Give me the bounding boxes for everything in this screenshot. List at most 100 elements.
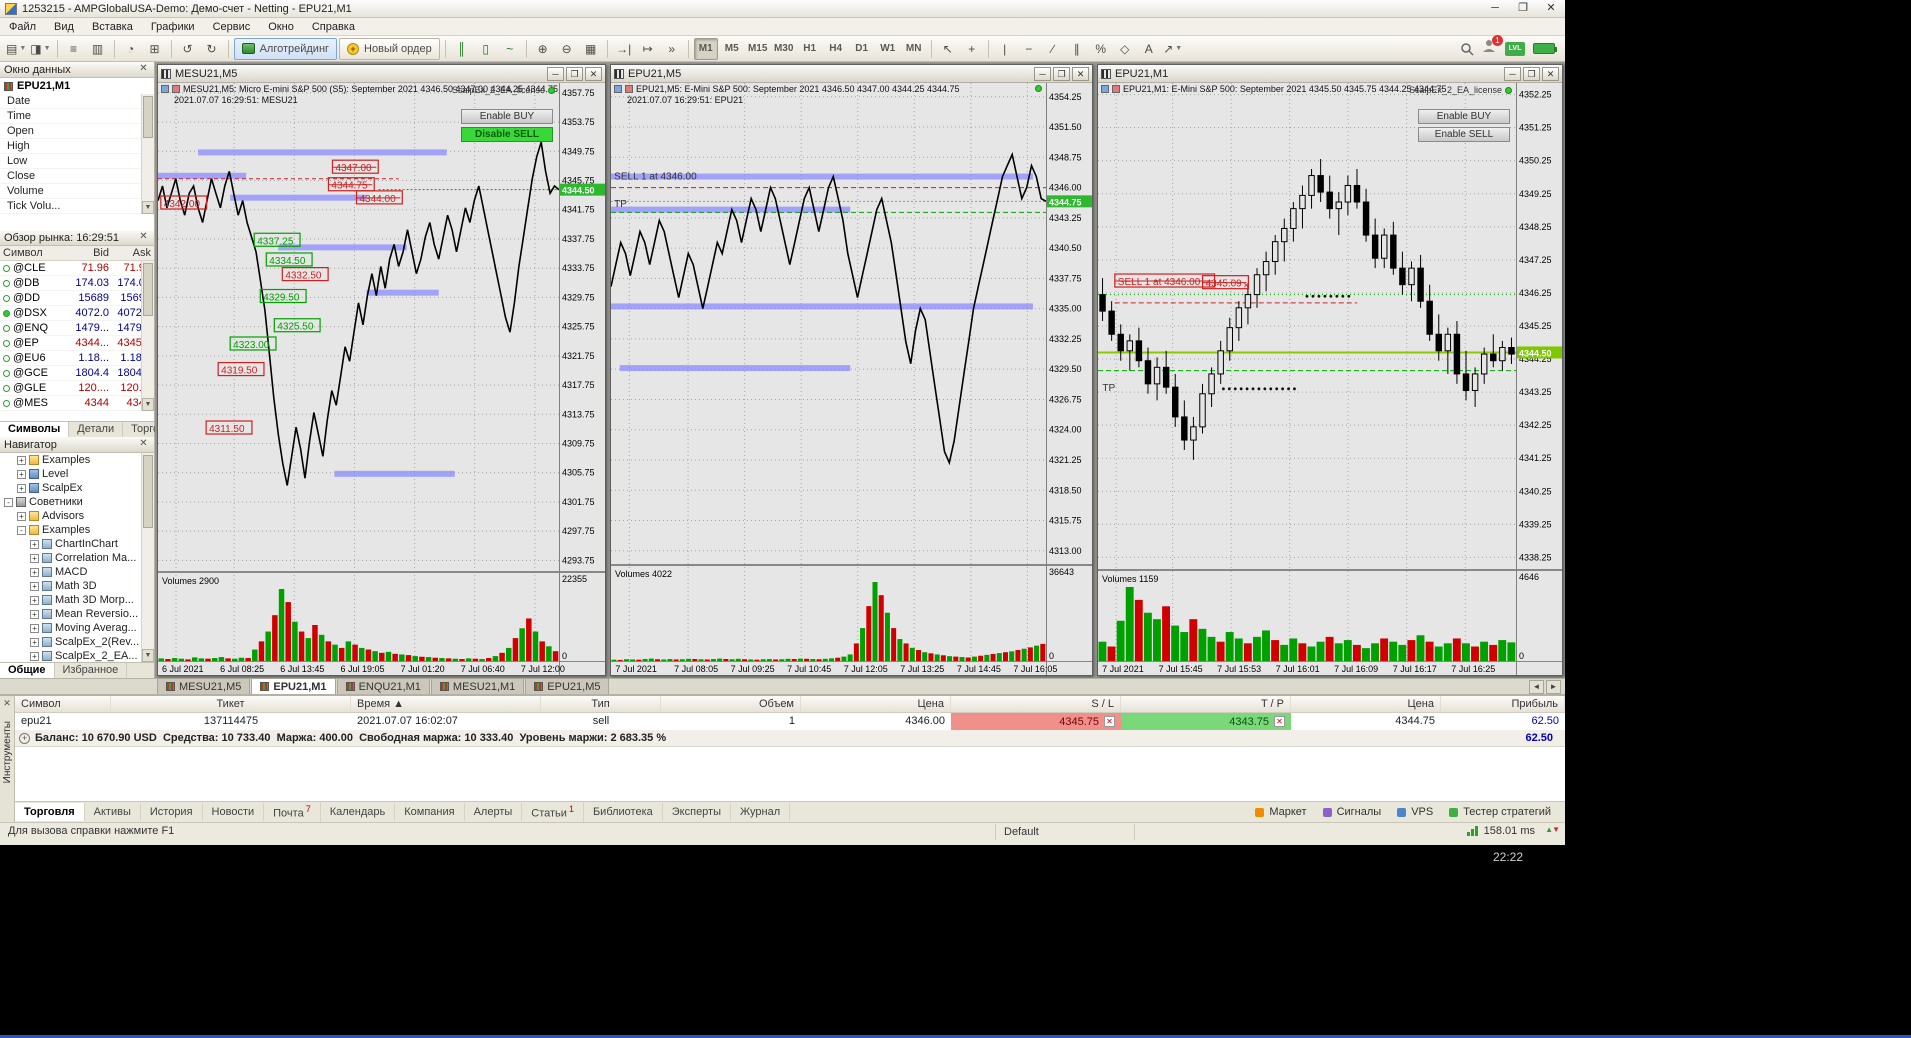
tree-item-советники[interactable]: - Советники	[0, 495, 154, 509]
market-watch-row--mes[interactable]: @MES 4344 4345	[0, 396, 154, 411]
tab-символы[interactable]: Символы	[0, 422, 70, 437]
market-watch-row--eu6[interactable]: @EU6 1.18... 1.18...	[0, 351, 154, 366]
status-profile[interactable]: Default	[995, 824, 1135, 840]
tree-expand-icon[interactable]: +	[30, 553, 39, 563]
close-button[interactable]: ✕	[1537, 0, 1565, 17]
toolbox-tab-библиотека[interactable]: Библиотека	[584, 803, 663, 821]
menu-сервис[interactable]: Сервис	[204, 19, 260, 35]
menu-вставка[interactable]: Вставка	[83, 19, 142, 35]
new-chart-button[interactable]: ▤ ▼	[5, 38, 27, 60]
equidistant-channel-button[interactable]: ∥	[1066, 38, 1088, 60]
ea-enable-sell-button[interactable]: Enable SELL	[1418, 127, 1510, 142]
lvl-indicator-icon[interactable]: LVL	[1505, 41, 1525, 56]
zoom-in-button[interactable]: ⊕	[532, 38, 554, 60]
tab-избранное[interactable]: Избранное	[55, 663, 128, 678]
toolbox-tab-журнал[interactable]: Журнал	[731, 803, 791, 821]
algo-trading-button[interactable]: Алготрейдинг	[233, 37, 338, 60]
crosshair-button[interactable]: +	[961, 38, 983, 60]
tab-общие[interactable]: Общие	[0, 663, 55, 678]
market-watch-close-icon[interactable]: ✕	[137, 231, 150, 244]
chart-tab-epu21-m1[interactable]: EPU21,M1	[251, 678, 336, 694]
scrollbar-thumb[interactable]	[143, 263, 153, 316]
ea-enable-buy-button[interactable]: Enable BUY	[461, 109, 553, 124]
chart-tab-mesu21-m1[interactable]: MESU21,M1	[430, 678, 525, 694]
timeframe-m15-button[interactable]: M15	[746, 38, 770, 60]
chart-tab-mesu21-m5[interactable]: MESU21,M5	[157, 678, 251, 694]
service-тестер-стратегий[interactable]: Тестер стратегий	[1449, 806, 1551, 818]
toolbox-tab-новости[interactable]: Новости	[203, 803, 265, 821]
tree-item-scalpex[interactable]: + ScalpEx	[0, 481, 154, 495]
column-header-время[interactable]: Время ▲	[351, 696, 541, 712]
column-header-тикет[interactable]: Тикет	[111, 696, 351, 712]
line-chart-button[interactable]: ~	[499, 38, 521, 60]
tree-expand-icon[interactable]: +	[30, 567, 39, 577]
menu-файл[interactable]: Файл	[0, 19, 45, 35]
timeframe-w1-button[interactable]: W1	[876, 38, 900, 60]
market-watch-row--dd[interactable]: @DD 15689 15690	[0, 291, 154, 306]
redo-button[interactable]: ↻	[201, 38, 223, 60]
tree-item-level[interactable]: + Level	[0, 467, 154, 481]
market-watch-column-headers[interactable]: Символ Bid Ask	[0, 246, 154, 261]
trade-table-header[interactable]: Символ Тикет Время ▲ Тип Объем Цена S / LT / P…	[15, 696, 1565, 713]
trade-tp-cell[interactable]: 4343.75 ✕	[1121, 713, 1291, 730]
status-latency[interactable]: 158.01 ms	[1466, 825, 1535, 837]
chart-tab-scroll-right[interactable]: ►	[1546, 679, 1561, 694]
tree-item-scalpex-2-ea-[interactable]: + ScalpEx_2_EA...	[0, 649, 154, 662]
data-window-symbol-row[interactable]: EPU21,M1	[0, 78, 154, 94]
tree-expand-icon[interactable]: +	[30, 581, 39, 591]
arrow-objects-button[interactable]: ↗ ▼	[1162, 38, 1184, 60]
toolbox-tab-история[interactable]: История	[141, 803, 203, 821]
shapes-button[interactable]: ◇	[1114, 38, 1136, 60]
toolbox-panel-label[interactable]: Инструменты	[2, 721, 13, 783]
market-watch-row--cle[interactable]: @CLE 71.96 71.97	[0, 261, 154, 276]
column-header-символ[interactable]: Символ	[15, 696, 111, 712]
menu-графики[interactable]: Графики	[142, 19, 204, 35]
chart-client-area[interactable]: 4357.75 4353.75 4349.75 4345.75 4341.75 4337.…	[158, 83, 605, 675]
tree-item-correlation-ma-[interactable]: + Correlation Ma...	[0, 551, 154, 565]
market-watch-row--enq[interactable]: @ENQ 1479... 1479...	[0, 321, 154, 336]
chart-close-button[interactable]: ✕	[585, 66, 602, 81]
minimize-button[interactable]: ─	[1481, 0, 1509, 17]
tree-item-examples[interactable]: - Examples	[0, 523, 154, 537]
scroll-down-icon[interactable]: ▼	[142, 201, 154, 214]
market-watch-header[interactable]: Обзор рынка: 16:29:51 ✕	[0, 230, 154, 246]
chart-restore-button[interactable]: ❐	[1523, 66, 1540, 81]
horizontal-line-button[interactable]: −	[1018, 38, 1040, 60]
chart-close-button[interactable]: ✕	[1072, 66, 1089, 81]
remove-sl-icon[interactable]: ✕	[1104, 716, 1115, 727]
scrollbar-thumb[interactable]	[143, 455, 153, 529]
scrollbar[interactable]: ▼	[141, 453, 154, 662]
scroll-to-end-button[interactable]: →|	[613, 38, 635, 60]
menu-вид[interactable]: Вид	[45, 19, 83, 35]
chart-shift-button[interactable]: »	[661, 38, 683, 60]
toolbox-tab-алерты[interactable]: Алерты	[465, 803, 523, 821]
column-header-t-p[interactable]: T / P	[1121, 696, 1291, 712]
ea-disable-sell-button[interactable]: Disable SELL	[461, 127, 553, 142]
tree-item-advisors[interactable]: + Advisors	[0, 509, 154, 523]
fibonacci-button[interactable]: %	[1090, 38, 1112, 60]
toolbox-tab-статьи[interactable]: Статьи 1	[522, 801, 584, 823]
tree-item-macd[interactable]: + MACD	[0, 565, 154, 579]
search-icon[interactable]	[1460, 42, 1474, 56]
column-header-bid[interactable]: Bid	[70, 247, 112, 259]
tree-item-examples[interactable]: + Examples	[0, 453, 154, 467]
tree-item-moving-averag-[interactable]: + Moving Averag...	[0, 621, 154, 635]
chart-client-area[interactable]: 4354.25 4351.50 4348.75 4346.00 4343.25 4340.…	[611, 83, 1092, 675]
remove-tp-icon[interactable]: ✕	[1274, 716, 1285, 727]
market-watch-row--ep[interactable]: @EP 4344... 4345...	[0, 336, 154, 351]
column-header-символ[interactable]: Символ	[0, 247, 70, 259]
chart-tab-scroll-left[interactable]: ◄	[1529, 679, 1544, 694]
service-маркет[interactable]: Маркет	[1255, 806, 1307, 818]
title-bar[interactable]: 1253215 - AMPGlobalUSA-Demo: Демо-счет -…	[0, 0, 1565, 18]
tree-expand-icon[interactable]: +	[17, 469, 26, 479]
tree-expand-icon[interactable]: +	[17, 511, 26, 521]
trade-sl-cell[interactable]: 4345.75 ✕	[951, 713, 1121, 730]
ea-enable-buy-button[interactable]: Enable BUY	[1418, 109, 1510, 124]
chart-title-bar[interactable]: MESU21,M5 ─ ❐ ✕	[158, 65, 605, 83]
auto-scroll-button[interactable]: ↦	[637, 38, 659, 60]
menu-окно[interactable]: Окно	[259, 19, 303, 35]
market-watch-toggle-button[interactable]: ≡	[63, 38, 85, 60]
chart-minimize-button[interactable]: ─	[1504, 66, 1521, 81]
toolbox-tab-календарь[interactable]: Календарь	[321, 803, 396, 821]
tab-детали[interactable]: Детали	[69, 422, 124, 437]
